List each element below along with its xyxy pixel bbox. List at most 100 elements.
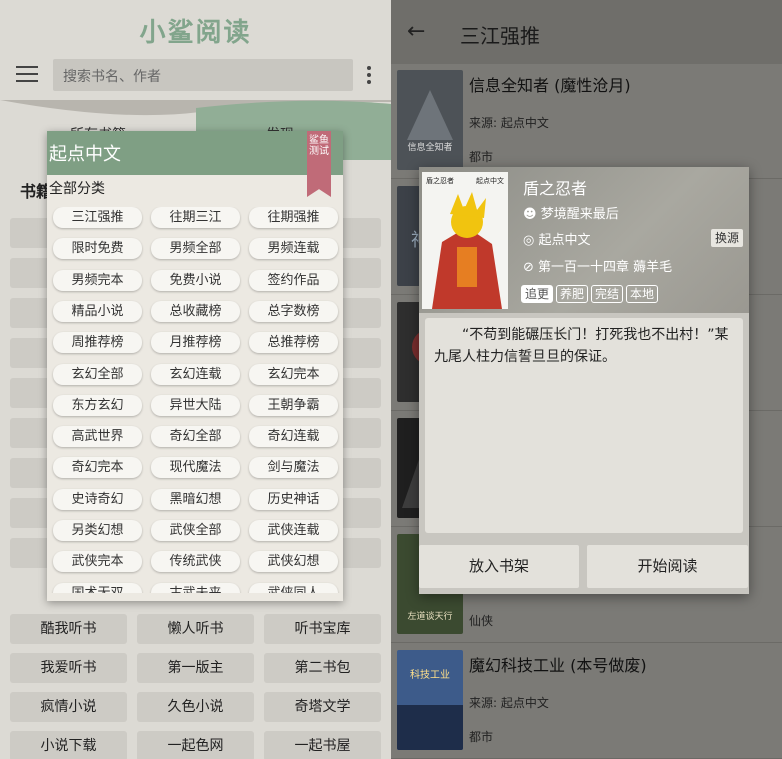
top-bar: ← 三江强推 xyxy=(391,0,782,64)
cover-title: 科技工业 xyxy=(410,668,450,681)
popup-author: 梦境醒来最后 xyxy=(540,207,619,222)
category-item[interactable]: 历史神话 xyxy=(249,488,338,510)
start-reading-button[interactable]: 开始阅读 xyxy=(587,545,748,588)
popup-source-line: ◎ 起点中文 xyxy=(523,229,591,248)
category-item[interactable]: 古武未来 xyxy=(151,582,240,593)
category-item[interactable]: 高武世界 xyxy=(53,426,142,448)
category-item[interactable]: 史诗奇幻 xyxy=(53,488,142,510)
category-grid: 三江强推 往期三江 往期强推限时免费 男频全部 男频连载男频完本 免费小说 签约作品精品小说… xyxy=(47,207,343,593)
book-list-panel: ← 三江强推 信息全知者 信息全知者 (魔性沧月) 来源: 起点中文 都市 神 … xyxy=(391,0,782,759)
source-item[interactable]: 小说下载 xyxy=(10,731,127,759)
category-item[interactable]: 免费小说 xyxy=(151,269,240,291)
popup-latest-line: ⊘ 第一百一十四章 薅羊毛 xyxy=(523,256,672,275)
cover-title: 左道谈天行 xyxy=(407,610,452,622)
book-row[interactable]: 科技工业 魔幻科技工业 (本号做废) 来源: 起点中文 都市 xyxy=(391,644,782,759)
category-item[interactable]: 玄幻完本 xyxy=(249,363,338,385)
source-item[interactable]: 第二书包 xyxy=(264,653,381,683)
book-tag: 仙侠 xyxy=(469,614,494,628)
change-source-button[interactable]: 换源 xyxy=(711,229,743,247)
source-item[interactable]: 酷我听书 xyxy=(10,614,127,644)
category-item[interactable]: 男频完本 xyxy=(53,269,142,291)
category-item[interactable]: 往期强推 xyxy=(249,207,338,228)
source-item[interactable]: 一起色网 xyxy=(137,731,254,759)
tag-finished[interactable]: 完结 xyxy=(591,285,624,303)
book-tag: 都市 xyxy=(469,150,494,164)
category-item[interactable]: 东方玄幻 xyxy=(53,394,142,416)
category-item[interactable]: 奇幻完本 xyxy=(53,457,142,479)
category-item[interactable]: 武侠完本 xyxy=(53,551,142,573)
book-info-popup: 盾之忍者 起点中文 盾之忍者 ☻ 梦境醒来最后 ◎ 起点中文 ⊘ 第一百一十四章… xyxy=(419,167,749,594)
category-item[interactable]: 男频连载 xyxy=(249,238,338,260)
tag-fattening[interactable]: 养肥 xyxy=(556,285,589,303)
back-arrow-icon[interactable]: ← xyxy=(407,21,425,43)
more-vertical-icon[interactable] xyxy=(367,66,373,86)
app-logo: 小鲨阅读 xyxy=(139,18,252,48)
cover-label-right: 起点中文 xyxy=(476,176,504,185)
book-source: 来源: 起点中文 xyxy=(469,696,549,710)
source-item[interactable]: 久色小说 xyxy=(137,692,254,722)
book-cover: 科技工业 xyxy=(397,650,463,750)
popup-book-cover: 盾之忍者 起点中文 xyxy=(422,172,508,309)
cover-art: 盾之忍者 起点中文 xyxy=(422,172,508,309)
book-row[interactable]: 信息全知者 信息全知者 (魔性沧月) 来源: 起点中文 都市 xyxy=(391,64,782,179)
category-item[interactable]: 武侠幻想 xyxy=(249,551,338,573)
category-item[interactable]: 周推荐榜 xyxy=(53,332,142,354)
dialog-subtitle: 全部分类 xyxy=(49,181,105,197)
search-input[interactable]: 搜索书名、作者 xyxy=(53,59,353,91)
book-title: 信息全知者 (魔性沧月) xyxy=(469,76,631,95)
category-item[interactable]: 玄幻全部 xyxy=(53,363,142,385)
category-item[interactable]: 精品小说 xyxy=(53,300,142,322)
cover-title: 信息全知者 xyxy=(407,141,452,153)
category-item[interactable]: 签约作品 xyxy=(249,269,338,291)
shelf-group-tags: 追更 养肥 完结 本地 xyxy=(521,283,661,303)
popup-author-line: ☻ 梦境醒来最后 xyxy=(523,203,619,222)
category-item[interactable]: 武侠连载 xyxy=(249,520,338,541)
category-item[interactable]: 总收藏榜 xyxy=(151,300,240,322)
source-item[interactable]: 懒人听书 xyxy=(137,614,254,644)
tag-local[interactable]: 本地 xyxy=(626,285,659,303)
cover-label-left: 盾之忍者 xyxy=(426,176,454,185)
source-item[interactable]: 听书宝库 xyxy=(264,614,381,644)
add-to-shelf-button[interactable]: 放入书架 xyxy=(419,545,579,588)
category-item[interactable]: 玄幻连载 xyxy=(151,363,240,385)
book-cover: 信息全知者 xyxy=(397,70,463,170)
source-item[interactable]: 我爱听书 xyxy=(10,653,127,683)
category-item[interactable]: 限时免费 xyxy=(53,238,142,260)
compass-icon: ⊘ xyxy=(523,260,534,275)
source-item[interactable]: 一起书屋 xyxy=(264,731,381,759)
book-title: 魔幻科技工业 (本号做废) xyxy=(469,656,647,675)
popup-header: 盾之忍者 起点中文 盾之忍者 ☻ 梦境醒来最后 ◎ 起点中文 ⊘ 第一百一十四章… xyxy=(419,167,749,313)
hamburger-menu-icon[interactable] xyxy=(16,66,38,84)
category-item[interactable]: 总字数榜 xyxy=(249,300,338,322)
category-item[interactable]: 奇幻全部 xyxy=(151,426,240,448)
book-tag: 都市 xyxy=(469,730,494,744)
source-item[interactable]: 第一版主 xyxy=(137,653,254,683)
category-item[interactable]: 三江强推 xyxy=(53,207,142,228)
category-item[interactable]: 男频全部 xyxy=(151,238,240,260)
popup-book-name: 盾之忍者 xyxy=(523,179,588,198)
category-item[interactable]: 总推荐榜 xyxy=(249,332,338,354)
globe-icon: ◎ xyxy=(523,233,535,248)
source-item[interactable]: 奇塔文学 xyxy=(264,692,381,722)
category-item[interactable]: 武侠全部 xyxy=(151,520,240,541)
category-dialog: 起点中文 鲨鱼测试 全部分类 三江强推 往期三江 往期强推 限时免费 男频全部 男频连载男… xyxy=(47,131,343,601)
category-item[interactable]: 武侠同人 xyxy=(249,582,338,593)
category-item[interactable]: 剑与魔法 xyxy=(249,457,338,479)
tag-following[interactable]: 追更 xyxy=(521,285,554,303)
category-item[interactable]: 国术无双 xyxy=(53,582,142,593)
source-item[interactable]: 疯情小说 xyxy=(10,692,127,722)
book-intro: “不苟到能碾压长门！打死我也不出村！”某九尾人柱力信誓旦旦的保证。 xyxy=(425,318,743,533)
category-item[interactable]: 另类幻想 xyxy=(53,520,142,541)
category-item[interactable]: 现代魔法 xyxy=(151,457,240,479)
discover-panel: 小鲨阅读 搜索书名、作者 所有书籍 发现 书籍 酷我听书 懒人听书 听书宝库 我… xyxy=(0,0,391,759)
popup-source: 起点中文 xyxy=(538,233,591,248)
category-item[interactable]: 异世大陆 xyxy=(151,394,240,416)
category-item[interactable]: 月推荐榜 xyxy=(151,332,240,354)
category-item[interactable]: 黑暗幻想 xyxy=(151,488,240,510)
book-source: 来源: 起点中文 xyxy=(469,116,549,130)
category-item[interactable]: 往期三江 xyxy=(151,207,240,228)
dialog-title: 起点中文 xyxy=(47,131,343,175)
category-item[interactable]: 王朝争霸 xyxy=(249,394,338,416)
category-item[interactable]: 传统武侠 xyxy=(151,551,240,573)
category-item[interactable]: 奇幻连载 xyxy=(249,426,338,448)
